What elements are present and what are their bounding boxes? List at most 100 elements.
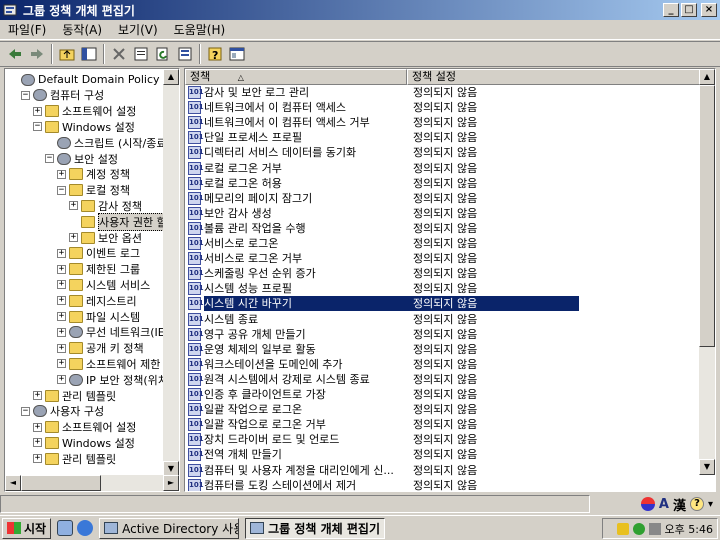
tree-node[interactable]: + 레지스트리 xyxy=(57,293,137,308)
tree-node[interactable]: + 관리 템플릿 xyxy=(33,451,116,466)
tree-node[interactable]: − 로컬 정책 xyxy=(57,183,130,198)
tree-node[interactable]: + 감사 정책 xyxy=(69,198,142,213)
expand-icon[interactable]: + xyxy=(57,169,66,179)
help-icon[interactable]: ? xyxy=(204,43,226,65)
tree-node[interactable]: − 보안 설정 xyxy=(45,151,118,166)
expand-icon[interactable]: + xyxy=(57,327,66,337)
scroll-right-arrow-icon[interactable]: ► xyxy=(163,475,179,491)
forward-icon[interactable] xyxy=(26,43,48,65)
expand-icon[interactable]: + xyxy=(57,280,66,290)
tree-node[interactable]: + 무선 네트워크(IE xyxy=(57,325,165,340)
ime-hanja-button[interactable]: 漢 xyxy=(673,495,686,514)
tree-node[interactable]: + 소프트웨어 설정 xyxy=(33,420,136,435)
expand-icon[interactable]: + xyxy=(69,201,78,211)
start-button[interactable]: 시작 xyxy=(2,517,52,539)
tree-node[interactable]: 사용자 권한 할 xyxy=(69,212,165,231)
policy-row[interactable]: 101 일괄 작업으로 로그온 거부 정의되지 않음 xyxy=(185,417,701,432)
menu-view[interactable]: 보기(V) xyxy=(110,21,166,38)
tree-node[interactable]: − 컴퓨터 구성 xyxy=(21,88,104,103)
policy-list-pane[interactable]: 정책 △ 정책 설정 101 감사 및 보안 로그 관리 정의되지 않음 101 네트워… xyxy=(184,68,716,492)
delete-icon[interactable] xyxy=(108,43,130,65)
tree-node[interactable]: + 소프트웨어 설정 xyxy=(33,104,136,119)
policy-row[interactable]: 101 로컬 로그온 허용 정의되지 않음 xyxy=(185,176,701,191)
policy-row[interactable]: 101 인증 후 클라이언트로 가장 정의되지 않음 xyxy=(185,387,701,402)
security-shield-icon[interactable] xyxy=(616,522,629,535)
policy-row[interactable]: 101 스케줄링 우선 순위 증가 정의되지 않음 xyxy=(185,266,701,281)
tree-node[interactable]: + IP 보안 정책(위치 xyxy=(57,372,165,387)
tree-scroll-thumb[interactable] xyxy=(21,475,101,491)
policy-row[interactable]: 101 메모리의 페이지 잠그기 정의되지 않음 xyxy=(185,191,701,206)
expand-icon[interactable]: + xyxy=(33,422,42,432)
policy-row[interactable]: 101 보안 감사 생성 정의되지 않음 xyxy=(185,206,701,221)
column-header-policy[interactable]: 정책 △ xyxy=(185,69,407,85)
expand-icon[interactable]: + xyxy=(33,106,42,116)
close-button[interactable]: × xyxy=(701,3,717,17)
policy-row[interactable]: 101 디렉터리 서비스 데이터를 동기화 정의되지 않음 xyxy=(185,145,701,160)
collapse-icon[interactable]: − xyxy=(45,154,54,163)
tree-node[interactable]: + 관리 템플릿 xyxy=(33,388,116,403)
show-hide-tree-icon[interactable] xyxy=(78,43,100,65)
policy-row[interactable]: 101 로컬 로그온 거부 정의되지 않음 xyxy=(185,161,701,176)
tree-node[interactable]: + 보안 옵션 xyxy=(69,230,142,245)
minimize-button[interactable]: _ xyxy=(663,3,679,17)
policy-row[interactable]: 101 시스템 성능 프로필 정의되지 않음 xyxy=(185,281,701,296)
up-folder-icon[interactable] xyxy=(56,43,78,65)
tree-node[interactable]: + 제한된 그룹 xyxy=(57,262,140,277)
policy-row[interactable]: 101 워크스테이션을 도메인에 추가 정의되지 않음 xyxy=(185,357,701,372)
tree-pane[interactable]: Default Domain Policy [win20−컴퓨터 구성+소프트웨… xyxy=(4,68,180,492)
collapse-icon[interactable]: − xyxy=(21,406,30,416)
tree-node[interactable]: + 이벤트 로그 xyxy=(57,246,140,261)
tree-node[interactable]: + 시스템 서비스 xyxy=(57,277,150,292)
policy-row[interactable]: 101 원격 시스템에서 강제로 시스템 종료 정의되지 않음 xyxy=(185,372,701,387)
expand-icon[interactable]: + xyxy=(57,264,66,274)
expand-icon[interactable]: + xyxy=(57,296,66,306)
policy-row[interactable]: 101 감사 및 보안 로그 관리 정의되지 않음 xyxy=(185,85,701,100)
column-header-setting[interactable]: 정책 설정 xyxy=(407,69,701,85)
show-desktop-icon[interactable] xyxy=(57,520,74,536)
collapse-icon[interactable]: − xyxy=(21,90,30,100)
ime-mode-button[interactable]: A xyxy=(659,497,669,512)
tree-node[interactable]: Default Domain Policy [win20 xyxy=(9,72,165,87)
ime-toolbar[interactable]: A 漢 ? ▾ xyxy=(637,495,716,514)
policy-row[interactable]: 101 운영 체제의 일부로 활동 정의되지 않음 xyxy=(185,342,701,357)
expand-icon[interactable]: + xyxy=(69,233,78,242)
policy-row[interactable]: 101 영구 공유 개체 만들기 정의되지 않음 xyxy=(185,327,701,342)
tree-node[interactable]: + 파일 시스템 xyxy=(57,309,140,324)
internet-explorer-icon[interactable] xyxy=(77,520,94,536)
policy-row[interactable]: 101 시스템 시간 바꾸기 정의되지 않음 xyxy=(185,296,701,312)
scroll-up-arrow-icon[interactable]: ▲ xyxy=(699,69,715,85)
expand-icon[interactable]: + xyxy=(57,248,66,258)
tree-vertical-scrollbar[interactable]: ▲ ▼ xyxy=(163,69,179,477)
policy-row[interactable]: 101 전역 개체 만들기 정의되지 않음 xyxy=(185,447,701,462)
expand-icon[interactable]: + xyxy=(57,359,66,369)
tree-horizontal-scrollbar[interactable]: ◄ ► xyxy=(5,475,179,491)
policy-row[interactable]: 101 단일 프로세스 프로필 정의되지 않음 xyxy=(185,130,701,145)
expand-icon[interactable]: + xyxy=(33,391,42,400)
collapse-icon[interactable]: − xyxy=(57,185,66,195)
scroll-down-arrow-icon[interactable]: ▼ xyxy=(699,459,715,475)
list-vertical-scrollbar[interactable]: ▲ ▼ xyxy=(699,69,715,475)
tree-node[interactable]: + Windows 설정 xyxy=(33,435,135,450)
policy-row[interactable]: 101 서비스로 로그온 거부 정의되지 않음 xyxy=(185,251,701,266)
export-list-icon[interactable] xyxy=(174,43,196,65)
scroll-left-arrow-icon[interactable]: ◄ xyxy=(5,475,21,491)
policy-row[interactable]: 101 볼륨 관리 작업을 수행 정의되지 않음 xyxy=(185,221,701,236)
ime-status-icon[interactable] xyxy=(640,497,655,511)
scroll-up-arrow-icon[interactable]: ▲ xyxy=(163,69,179,85)
tree-node[interactable]: − 사용자 구성 xyxy=(21,404,104,419)
taskbar-item-active-directory[interactable]: Active Directory 사용... xyxy=(99,517,240,539)
back-icon[interactable] xyxy=(4,43,26,65)
network-icon[interactable] xyxy=(632,522,645,535)
properties-icon[interactable] xyxy=(130,43,152,65)
console-icon[interactable] xyxy=(226,43,248,65)
policy-row[interactable]: 101 서비스로 로그온 정의되지 않음 xyxy=(185,236,701,251)
clock[interactable]: 오후 5:46 xyxy=(665,521,713,537)
menu-action[interactable]: 동작(A) xyxy=(54,21,110,38)
policy-row[interactable]: 101 컴퓨터를 도킹 스테이션에서 제거 정의되지 않음 xyxy=(185,478,701,491)
tree-node[interactable]: + 공개 키 정책 xyxy=(57,341,144,356)
list-scroll-thumb[interactable] xyxy=(699,85,715,347)
policy-row[interactable]: 101 컴퓨터 및 사용자 계정을 대리인에게 신... 정의되지 않음 xyxy=(185,463,701,478)
policy-row[interactable]: 101 시스템 종료 정의되지 않음 xyxy=(185,312,701,327)
tree-node[interactable]: − Windows 설정 xyxy=(33,119,135,134)
expand-icon[interactable]: + xyxy=(57,375,66,385)
